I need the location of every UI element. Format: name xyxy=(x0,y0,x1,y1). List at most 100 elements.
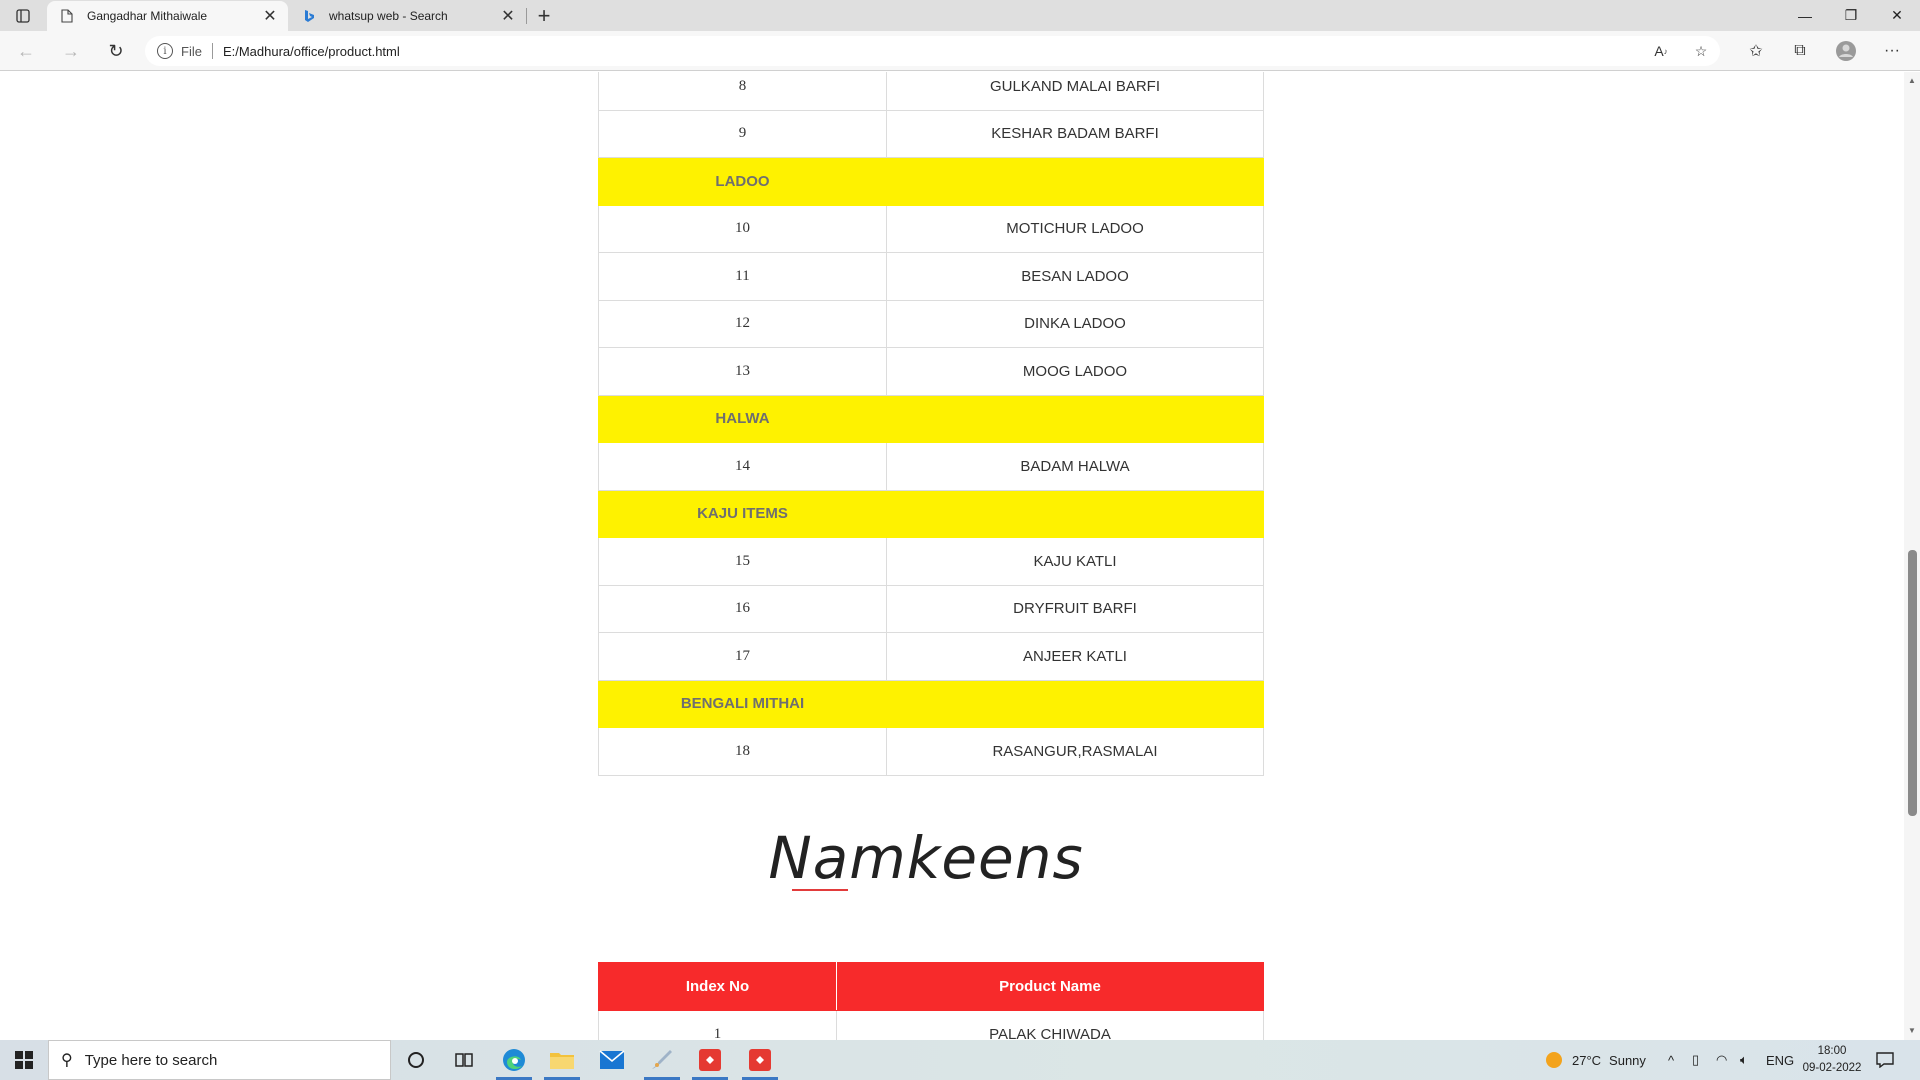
table-row: 11 BESAN LADOO xyxy=(598,252,1264,301)
collections-icon[interactable]: ⧉ xyxy=(1784,37,1816,65)
index-cell: 12 xyxy=(598,299,887,348)
cortana-icon[interactable] xyxy=(392,1040,440,1080)
close-window-button[interactable]: ✕ xyxy=(1874,0,1920,31)
namkeens-table: Index No Product Name 1 PALAK CHIWADA xyxy=(598,962,1264,1040)
tab-actions-button[interactable] xyxy=(8,4,38,28)
favorites-icon[interactable]: ✩ xyxy=(1740,37,1772,65)
anydesk-icon[interactable] xyxy=(736,1040,784,1080)
category-row: LADOO xyxy=(598,157,1264,206)
product-name-cell: DRYFRUIT BARFI xyxy=(886,584,1264,633)
tab-strip: Gangadhar Mithaiwale ✕ whatsup web - Sea… xyxy=(0,0,1920,31)
scroll-thumb[interactable] xyxy=(1908,550,1917,816)
device-icon[interactable]: ▯ xyxy=(1692,1040,1699,1080)
product-name-cell xyxy=(886,679,1264,728)
product-name-cell: KAJU KATLI xyxy=(886,537,1264,586)
search-placeholder: Type here to search xyxy=(84,1051,218,1069)
page-viewport: 8 GULKAND MALAI BARFI 9 KESHAR BADAM BARFI L… xyxy=(0,72,1920,1040)
vertical-scrollbar[interactable]: ▲ ▼ xyxy=(1904,72,1920,1040)
taskbar-search-box[interactable]: ⚲ Type here to search xyxy=(48,1040,391,1080)
heading-underline xyxy=(792,889,848,891)
index-cell: 10 xyxy=(598,204,887,253)
file-explorer-icon[interactable] xyxy=(538,1040,586,1080)
sun-icon xyxy=(1546,1052,1562,1068)
search-icon: ⚲ xyxy=(61,1052,73,1069)
volume-icon[interactable]: 🔈︎ xyxy=(1740,1040,1748,1080)
forward-button[interactable]: → xyxy=(55,37,87,65)
clock-date: 09-02-2022 xyxy=(1802,1062,1862,1074)
category-row: KAJU ITEMS xyxy=(598,489,1264,538)
weather-condition: Sunny xyxy=(1609,1052,1646,1068)
product-name-cell: RASANGUR,RASMALAI xyxy=(886,727,1264,776)
index-cell: 9 xyxy=(598,109,887,158)
index-cell: 1 xyxy=(598,1010,837,1040)
page-icon xyxy=(59,8,75,24)
table-row: 15 KAJU KATLI xyxy=(598,537,1264,586)
index-cell: 8 xyxy=(598,72,887,111)
scroll-up-icon[interactable]: ▲ xyxy=(1907,76,1917,86)
weather-temp: 27°C xyxy=(1572,1052,1602,1068)
read-aloud-icon[interactable]: A ♪ xyxy=(1650,40,1672,62)
scheme-label: File xyxy=(181,43,202,59)
product-name-cell: PALAK CHIWADA xyxy=(836,1010,1264,1040)
notifications-icon[interactable] xyxy=(1876,1040,1894,1080)
back-button[interactable]: ← xyxy=(10,37,42,65)
close-tab-icon[interactable]: ✕ xyxy=(498,6,518,26)
mail-icon[interactable] xyxy=(588,1040,636,1080)
product-name-cell xyxy=(886,157,1264,206)
sweets-table: 8 GULKAND MALAI BARFI 9 KESHAR BADAM BARFI L… xyxy=(598,72,1264,776)
product-name-cell: MOTICHUR LADOO xyxy=(886,204,1264,253)
restore-button[interactable]: ❐ xyxy=(1828,0,1874,31)
windows-taskbar: ⚲ Type here to search 27°C Sunny ^ ▯ ◠ 🔈… xyxy=(0,1040,1920,1080)
bing-icon xyxy=(301,8,317,24)
namkeens-heading: Namkeens xyxy=(768,824,1084,892)
url-text[interactable]: E:/Madhura/office/product.html xyxy=(223,44,400,59)
add-favorite-icon[interactable]: ☆ xyxy=(1690,40,1712,62)
minimize-button[interactable]: — xyxy=(1782,0,1828,31)
weather-widget[interactable]: 27°C Sunny xyxy=(1546,1040,1646,1080)
table-row: 18 RASANGUR,RASMALAI xyxy=(598,727,1264,776)
product-name-cell: BESAN LADOO xyxy=(886,252,1264,301)
index-cell: 14 xyxy=(598,442,887,491)
category-row: BENGALI MITHAI xyxy=(598,679,1264,728)
close-tab-icon[interactable]: ✕ xyxy=(260,6,280,26)
index-cell: 16 xyxy=(598,584,887,633)
edge-browser-icon[interactable] xyxy=(490,1040,538,1080)
category-label: HALWA xyxy=(598,394,887,443)
table-row: 16 DRYFRUIT BARFI xyxy=(598,584,1264,633)
profile-avatar[interactable] xyxy=(1830,37,1862,65)
table-row: 1 PALAK CHIWADA xyxy=(598,1010,1264,1040)
table-row: 8 GULKAND MALAI BARFI xyxy=(598,72,1264,111)
index-cell: 13 xyxy=(598,347,887,396)
product-name-cell: KESHAR BADAM BARFI xyxy=(886,109,1264,158)
show-hidden-icons-icon[interactable]: ^ xyxy=(1668,1040,1674,1080)
refresh-button[interactable]: ↻ xyxy=(100,37,132,65)
address-bar[interactable]: i File E:/Madhura/office/product.html A ♪… xyxy=(145,36,1720,66)
anydesk-icon[interactable] xyxy=(686,1040,734,1080)
start-button[interactable] xyxy=(0,1040,48,1080)
clock[interactable]: 18:00 09-02-2022 xyxy=(1796,1043,1868,1077)
tab-title: whatsup web - Search xyxy=(329,9,448,23)
paint-icon[interactable] xyxy=(638,1040,686,1080)
tab-gangadhar[interactable]: Gangadhar Mithaiwale ✕ xyxy=(47,1,288,31)
index-cell: 17 xyxy=(598,632,887,681)
settings-more-icon[interactable]: ··· xyxy=(1876,37,1908,65)
category-label: LADOO xyxy=(598,157,887,206)
product-name-cell xyxy=(886,489,1264,538)
scroll-down-icon[interactable]: ▼ xyxy=(1907,1026,1917,1036)
task-view-icon[interactable] xyxy=(440,1040,488,1080)
network-icon[interactable]: ◠ xyxy=(1716,1040,1727,1080)
product-name-cell: BADAM HALWA xyxy=(886,442,1264,491)
new-tab-button[interactable]: + xyxy=(530,3,558,28)
product-name-cell: GULKAND MALAI BARFI xyxy=(886,72,1264,111)
table-header-row: Index No Product Name xyxy=(598,962,1264,1011)
tab-actions-icon xyxy=(16,9,30,23)
windows-logo-icon xyxy=(15,1051,33,1069)
language-indicator[interactable]: ENG xyxy=(1766,1040,1794,1080)
tab-whatsup-search[interactable]: whatsup web - Search ✕ xyxy=(289,1,526,31)
table-row: 12 DINKA LADOO xyxy=(598,299,1264,348)
table-row: 10 MOTICHUR LADOO xyxy=(598,204,1264,253)
index-cell: 15 xyxy=(598,537,887,586)
product-name-cell: DINKA LADOO xyxy=(886,299,1264,348)
info-icon[interactable]: i xyxy=(157,43,173,59)
table-row: 17 ANJEER KATLI xyxy=(598,632,1264,681)
